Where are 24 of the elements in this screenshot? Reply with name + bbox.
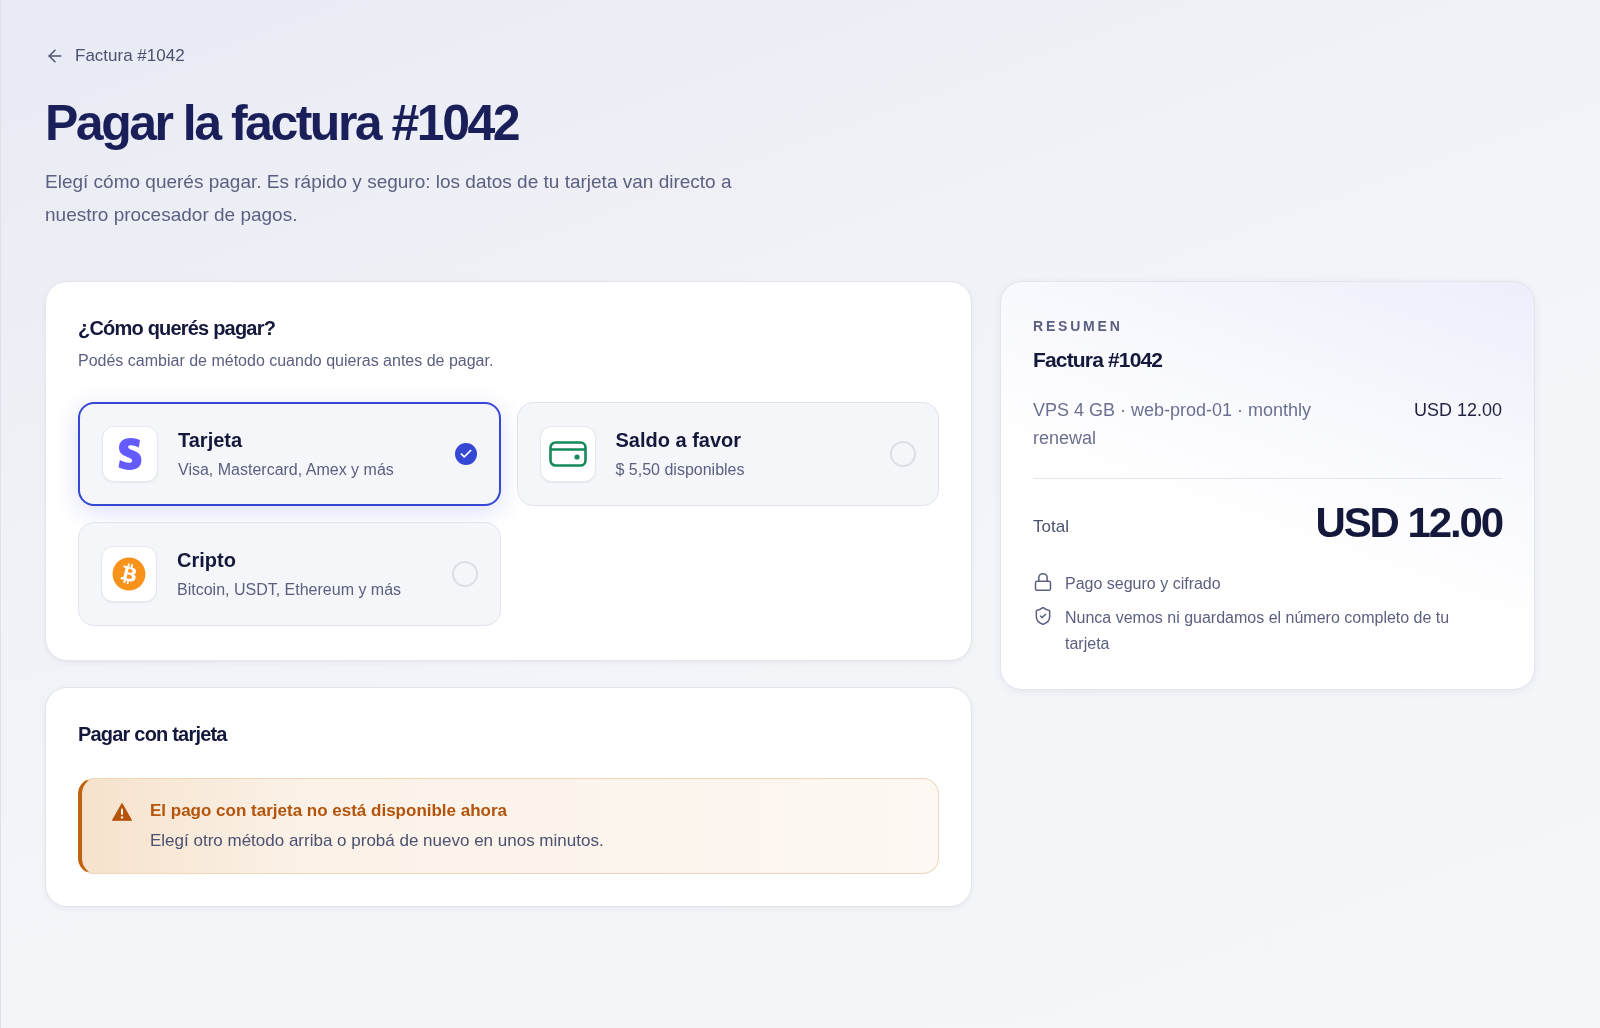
shield-check-icon [1033,606,1053,626]
section-title: Pagar con tarjeta [78,722,227,747]
line-item-description: VPS 4 GB · web-prod-01 · monthly renewal [1033,399,1313,450]
page-subtitle: Elegí cómo querés pagar. Es rápido y seguro: los datos de tu tarjeta van directo a nuestro procesador de pagos. [45,170,733,227]
summary-eyebrow: RESUMEN [1033,317,1123,336]
warning-icon [112,803,132,821]
bitcoin-icon [112,557,146,591]
line-item-amount: USD 12.00 [1413,399,1502,422]
back-link[interactable]: Factura #1042 [45,44,185,68]
section-title: ¿Cómo querés pagar? [78,316,276,341]
security-note: Nunca vemos ni guardamos el número completo de tu tarjeta [1065,608,1451,654]
payment-option[interactable]: Tarjeta Visa, Mastercard, Amex y más [78,402,501,506]
payment-option[interactable]: Saldo a favor $ 5,50 disponibles [516,402,939,506]
payment-option[interactable]: Cripto Bitcoin, USDT, Ethereum y más [78,522,501,626]
wallet-icon [548,441,587,467]
section-subtitle: Podés cambiar de método cuando quieras antes de pagar. [78,351,494,371]
alert-title: El pago con tarjeta no está disponible ahora [150,800,509,822]
lock-icon [1033,572,1053,592]
total-amount: USD 12.00 [1315,498,1502,548]
alert-message: Elegí otro método arriba o probá de nuevo en unos minutos. [150,830,604,852]
page-title: Pagar la factura #1042 [45,94,519,153]
total-label: Total [1033,516,1069,539]
security-note: Pago seguro y cifrado [1065,574,1221,594]
summary-title: Factura #1042 [1033,347,1163,373]
